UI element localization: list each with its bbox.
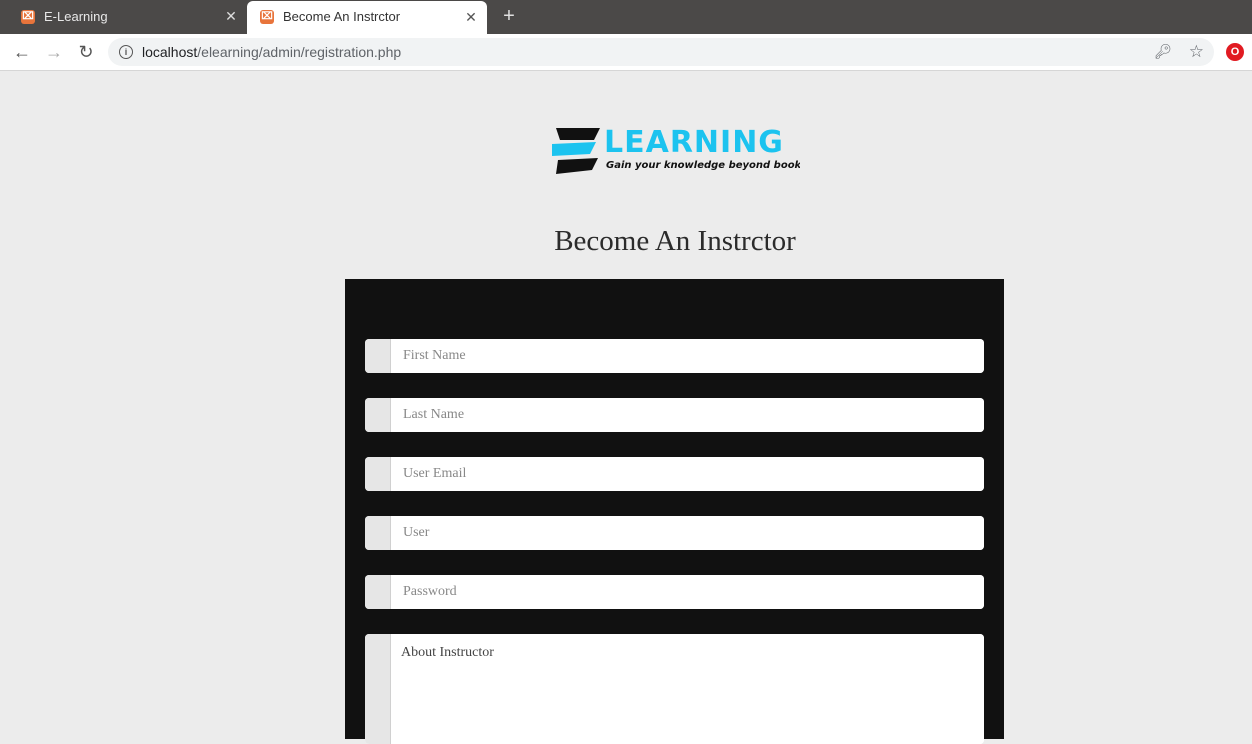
forward-arrow-icon[interactable]: → [43, 41, 65, 63]
address-bar[interactable]: i localhost/elearning/admin/registration… [108, 38, 1214, 66]
email-field [365, 457, 984, 491]
last-name-input[interactable] [391, 398, 984, 432]
about-field [365, 634, 984, 744]
bookmark-star-icon[interactable]: ☆ [1189, 42, 1204, 62]
xampp-favicon-icon: ⌧ [260, 10, 274, 24]
first-name-input[interactable] [391, 339, 984, 373]
registration-form [345, 279, 1004, 744]
tab-title: E-Learning [44, 9, 108, 24]
close-icon[interactable]: ✕ [223, 8, 239, 24]
tab-e-learning[interactable]: ⌧ E-Learning ✕ [0, 0, 247, 34]
tab-title: Become An Instrctor [283, 9, 401, 24]
input-addon [365, 457, 391, 491]
reload-icon[interactable]: ↻ [75, 41, 97, 63]
password-field [365, 575, 984, 609]
email-input[interactable] [391, 457, 984, 491]
back-arrow-icon[interactable]: ← [11, 41, 33, 63]
extension-icon[interactable]: O [1226, 43, 1244, 61]
site-info-icon[interactable]: i [119, 45, 133, 59]
password-input[interactable] [391, 575, 984, 609]
user-field [365, 516, 984, 550]
url-text[interactable]: localhost/elearning/admin/registration.p… [142, 44, 401, 60]
close-icon[interactable]: ✕ [463, 9, 479, 25]
xampp-favicon-icon: ⌧ [21, 10, 35, 24]
elearning-logo: LEARNING Gain your knowledge beyond book… [552, 125, 800, 174]
browser-toolbar: ← → ↻ i localhost/elearning/admin/regist… [0, 34, 1252, 71]
new-tab-button[interactable]: + [499, 6, 519, 26]
last-name-field [365, 398, 984, 432]
url-host: localhost [142, 44, 198, 60]
user-input[interactable] [391, 516, 984, 550]
input-addon [365, 516, 391, 550]
browser-tab-bar: ⌧ E-Learning ✕ ⌧ Become An Instrctor ✕ + [0, 0, 1252, 34]
input-addon [365, 398, 391, 432]
logo-mark [552, 128, 600, 174]
logo-word: LEARNING [604, 125, 784, 160]
logo-tagline: Gain your knowledge beyond books [606, 160, 800, 171]
input-addon [365, 634, 391, 744]
input-addon [365, 575, 391, 609]
first-name-field [365, 339, 984, 373]
page-title: Become An Instrctor [554, 225, 796, 257]
url-path: /elearning/admin/registration.php [197, 44, 402, 60]
key-icon[interactable]: 🔑︎ [1154, 43, 1172, 60]
input-addon [365, 339, 391, 373]
tab-become-instructor[interactable]: ⌧ Become An Instrctor ✕ [247, 1, 487, 34]
about-instructor-textarea[interactable] [391, 634, 984, 744]
